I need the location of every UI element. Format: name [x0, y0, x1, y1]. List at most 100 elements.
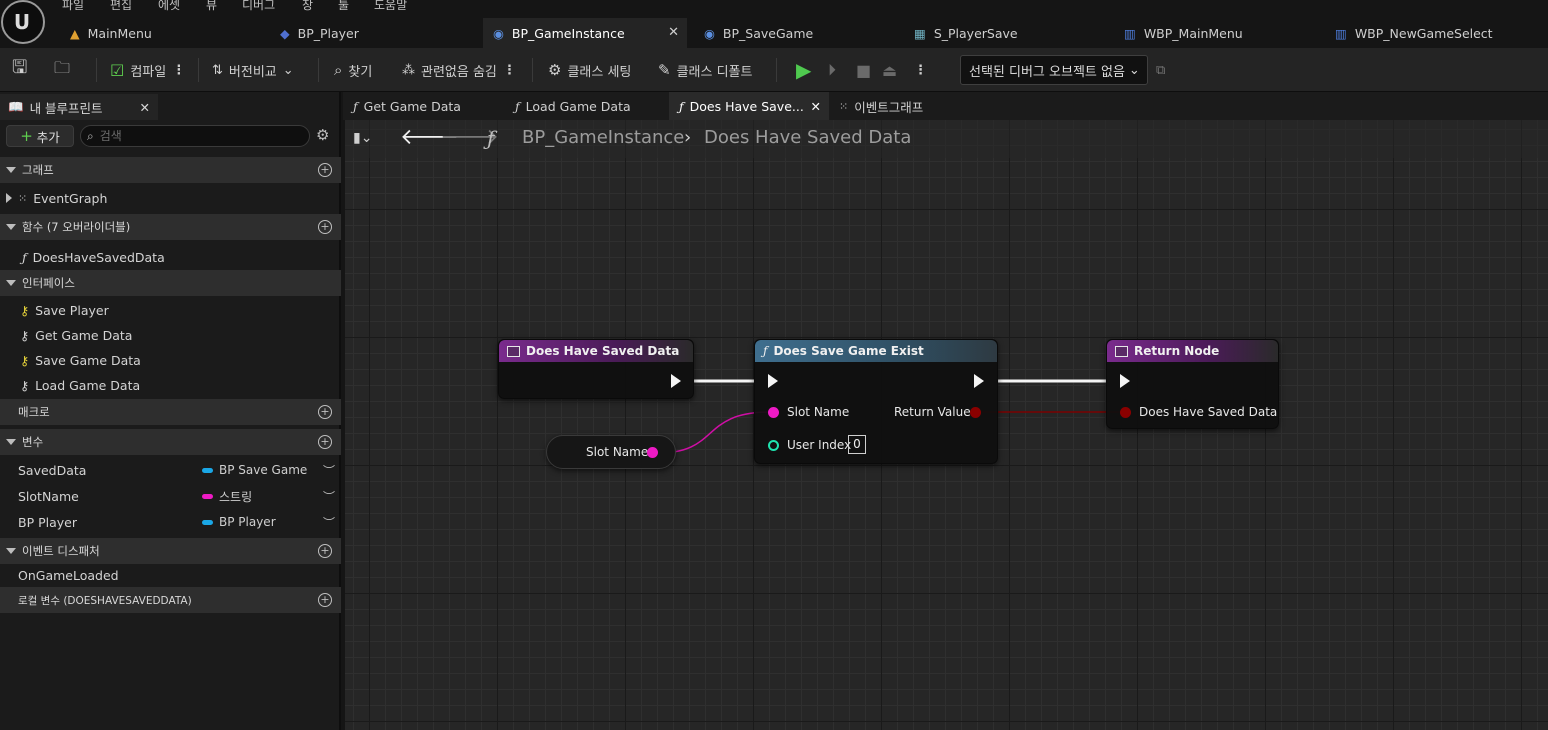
close-icon[interactable]: ✕ [668, 25, 679, 40]
section-graphs[interactable]: 그래프 + [0, 157, 341, 183]
section-variables[interactable]: 변수 + [0, 429, 341, 455]
tab-label: Get Game Data [363, 98, 461, 114]
asset-tab-bar: ▲ MainMenu ◆ BP_Player ◉ BP_GameInstance… [48, 18, 1548, 48]
menu-asset[interactable]: 에셋 [158, 0, 180, 13]
list-item-interface[interactable]: ⚷ Load Game Data [0, 373, 339, 397]
find-button[interactable]: ⌕ 찾기 [334, 48, 372, 92]
collapse-icon[interactable] [6, 193, 12, 203]
add-variable-icon[interactable]: + [318, 435, 332, 449]
eye-closed-icon[interactable]: ︶ [323, 488, 335, 505]
compile-options-icon[interactable]: ⋮ [172, 63, 185, 78]
list-item-interface[interactable]: ⚷ Save Player [0, 298, 339, 322]
close-icon[interactable]: ✕ [811, 99, 821, 114]
hide-unrelated-button[interactable]: ⁂ 관련없음 숨김 ⋮ [402, 48, 516, 92]
variable-row[interactable]: SavedData BP Save Game ︶ [0, 458, 339, 482]
list-item-interface[interactable]: ⚷ Save Game Data [0, 348, 339, 372]
add-local-variable-icon[interactable]: + [318, 593, 332, 607]
save-button[interactable]: 🖫 [12, 48, 27, 92]
compile-button[interactable]: ☑ 컴파일 ⋮ [110, 48, 185, 92]
blueprint-icon: ◆ [280, 25, 290, 41]
my-blueprint-tab[interactable]: 📖 내 블루프린트 ✕ [0, 94, 158, 120]
return-node[interactable]: Return Node Does Have Saved Data [1106, 339, 1279, 429]
list-item-eventgraph[interactable]: ⁙ EventGraph [0, 186, 339, 210]
variable-row[interactable]: BP Player BP Player ︶ [0, 510, 339, 534]
separator [532, 58, 533, 82]
eye-closed-icon[interactable]: ︶ [323, 514, 335, 531]
close-icon[interactable]: ✕ [140, 100, 150, 115]
variable-name: SlotName [18, 488, 79, 504]
tab-get-game-data[interactable]: ƒ Get Game Data [343, 92, 503, 120]
variable-type[interactable]: BP Save Game [202, 463, 307, 477]
class-settings-button[interactable]: ⚙ 클래스 세팅 [548, 48, 631, 92]
exec-in-pin[interactable] [768, 374, 778, 388]
variable-type[interactable]: 스트링 [202, 488, 252, 505]
section-interfaces[interactable]: 인터페이스 [0, 270, 341, 296]
menu-tools[interactable]: 툴 [338, 0, 349, 13]
add-macro-icon[interactable]: + [318, 405, 332, 419]
int-in-pin[interactable] [768, 440, 779, 451]
asset-tab-bp-gameinstance[interactable]: ◉ BP_GameInstance ✕ [483, 18, 687, 48]
add-graph-icon[interactable]: + [318, 163, 332, 177]
debug-filter-button[interactable]: ⧉ [1156, 48, 1165, 92]
user-index-input[interactable]: 0 [848, 435, 866, 454]
slot-name-variable-node[interactable]: Slot Name [546, 435, 676, 469]
section-macros[interactable]: 매크로 + [0, 399, 341, 425]
asset-tab-s-playersave[interactable]: ▦ S_PlayerSave [904, 18, 1104, 48]
string-out-pin[interactable] [647, 447, 658, 458]
tab-does-have-saved-data[interactable]: ƒ Does Have Save... ✕ [669, 92, 829, 120]
node-title: Return Node [1134, 344, 1220, 358]
exec-in-pin[interactable] [1120, 374, 1130, 388]
breadcrumb-root[interactable]: BP_GameInstance [522, 127, 684, 148]
bookmark-icon[interactable]: ▮⌄ [353, 130, 372, 146]
eye-closed-icon[interactable]: ︶ [323, 462, 335, 479]
play-options-button[interactable]: ⋮ [914, 48, 927, 92]
menu-debug[interactable]: 디버그 [242, 0, 275, 13]
section-functions[interactable]: 함수 (7 오버라이더블) + [0, 214, 341, 240]
diff-button[interactable]: ⇅ 버전비교 ⌄ [212, 48, 294, 92]
step-icon: ⏵ [828, 60, 837, 79]
variable-type[interactable]: BP Player [202, 515, 276, 529]
play-button[interactable]: ▶ [796, 48, 811, 92]
eject-button[interactable]: ⏏ [882, 48, 897, 92]
add-button[interactable]: + 추가 [6, 125, 74, 147]
class-defaults-button[interactable]: ✎ 클래스 디폴트 [658, 48, 752, 92]
debug-object-dropdown[interactable]: 선택된 디버그 오브젝트 없음 ⌄ [960, 55, 1148, 85]
menu-edit[interactable]: 편집 [110, 0, 132, 13]
add-function-icon[interactable]: + [318, 220, 332, 234]
browse-button[interactable]: 🗀 [54, 48, 70, 92]
function-entry-node[interactable]: Does Have Saved Data [498, 339, 694, 399]
search-input[interactable] [99, 129, 290, 143]
asset-tab-wbp-newgameselect[interactable]: ▥ WBP_NewGameSelect [1325, 18, 1548, 48]
list-item-function[interactable]: ƒ DoesHaveSavedData [0, 245, 339, 269]
item-label: Load Game Data [35, 377, 141, 393]
step-button[interactable]: ⏵ [828, 48, 836, 92]
hide-options-icon[interactable]: ⋮ [503, 63, 516, 78]
asset-tab-bp-player[interactable]: ◆ BP_Player [270, 18, 482, 48]
exec-out-pin[interactable] [671, 374, 681, 388]
asset-tab-bp-savegame[interactable]: ◉ BP_SaveGame [694, 18, 894, 48]
settings-gear-icon[interactable]: ⚙ [316, 126, 329, 144]
menu-view[interactable]: 뷰 [206, 0, 217, 13]
list-item-interface[interactable]: ⚷ Get Game Data [0, 323, 339, 347]
dispatcher-row[interactable]: OnGameLoaded [0, 563, 339, 587]
menu-file[interactable]: 파일 [62, 0, 84, 13]
exec-out-pin[interactable] [974, 374, 984, 388]
asset-tab-label: S_PlayerSave [933, 25, 1018, 41]
does-save-game-exist-node[interactable]: ƒ Does Save Game Exist Slot Name User In… [754, 339, 998, 464]
string-in-pin[interactable] [768, 407, 779, 418]
menu-window[interactable]: 창 [302, 0, 313, 13]
section-local-variables[interactable]: 로컬 변수 (DOESHAVESAVEDDATA) + [0, 587, 341, 613]
search-field[interactable]: ⌕ [80, 125, 310, 147]
stop-button[interactable]: ■ [856, 48, 871, 92]
section-event-dispatchers[interactable]: 이벤트 디스패처 + [0, 538, 341, 564]
bool-in-pin[interactable] [1120, 407, 1131, 418]
separator [318, 58, 319, 82]
asset-tab-wbp-mainmenu[interactable]: ▥ WBP_MainMenu [1114, 18, 1314, 48]
bool-out-pin[interactable] [970, 407, 981, 418]
add-dispatcher-icon[interactable]: + [318, 544, 332, 558]
asset-tab-mainmenu[interactable]: ▲ MainMenu [60, 18, 260, 48]
tab-load-game-data[interactable]: ƒ Load Game Data [505, 92, 665, 120]
tab-event-graph[interactable]: ⁙ 이벤트그래프 [829, 92, 959, 120]
variable-row[interactable]: SlotName 스트링 ︶ [0, 484, 339, 508]
menu-help[interactable]: 도움말 [374, 0, 407, 13]
